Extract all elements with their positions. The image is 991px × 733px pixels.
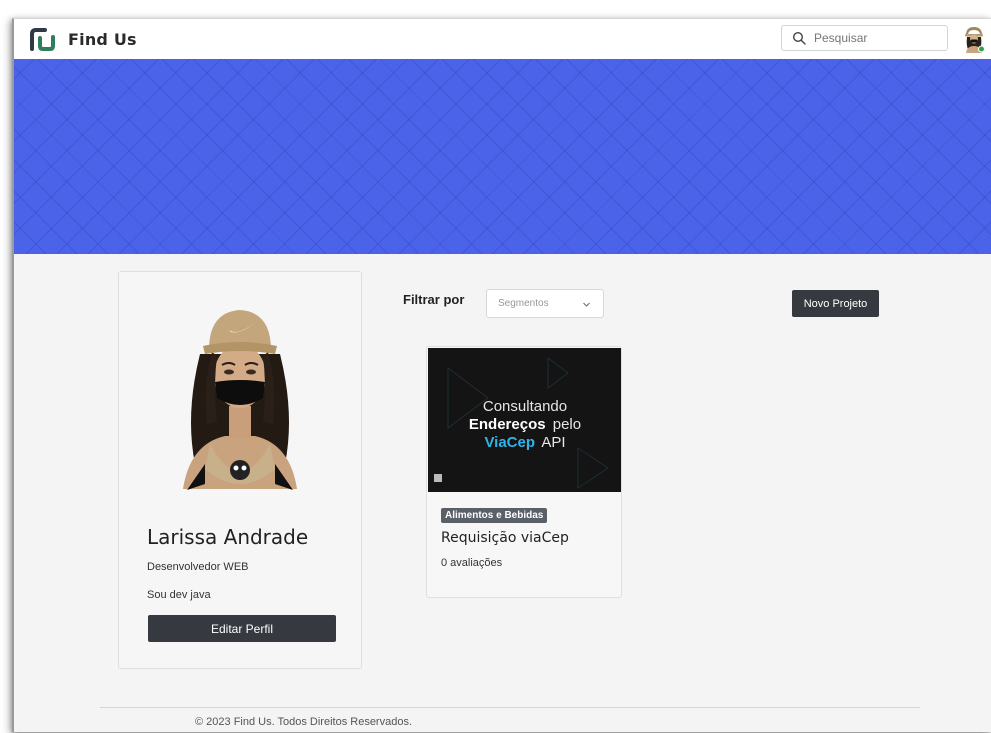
thumb-line2a: Endereços — [469, 416, 546, 433]
project-thumbnail[interactable]: Consultando Endereços pelo ViaCep API — [428, 348, 621, 492]
project-rating: 0 avaliações — [441, 557, 503, 569]
search-input[interactable] — [812, 30, 936, 46]
navbar: Find Us — [14, 19, 991, 59]
app-window: Find Us Pesquisar Larissa Andrade Desenv… — [12, 18, 991, 732]
profile-bio: Sou dev java — [147, 589, 211, 601]
thumb-line1: Consultando — [483, 398, 567, 415]
project-title[interactable]: Requisição viaCep — [441, 530, 569, 546]
project-card[interactable]: Consultando Endereços pelo ViaCep API Al… — [426, 346, 622, 598]
segment-select-value: Segmentos — [498, 298, 549, 309]
search-box[interactable] — [781, 25, 948, 51]
brand-name: Find Us — [68, 29, 137, 49]
new-project-button[interactable]: Novo Projeto — [792, 290, 879, 317]
profile-name: Larissa Andrade — [147, 525, 309, 549]
thumb-line2b: pelo — [553, 416, 581, 433]
profile-role: Desenvolvedor WEB — [147, 561, 249, 573]
footer-copyright: © 2023 Find Us. Todos Direitos Reservado… — [195, 716, 413, 728]
brand-logo-icon — [30, 28, 55, 51]
thumb-line3b: API — [541, 434, 565, 451]
filter-label: Filtrar por — [403, 292, 465, 307]
footer-divider — [100, 707, 920, 708]
chevron-down-icon — [583, 302, 590, 307]
user-avatar[interactable] — [962, 25, 986, 53]
thumb-line3a: ViaCep — [484, 434, 535, 451]
brand[interactable]: Find Us — [28, 26, 137, 52]
svg-text:Endereços pelo: Endereços pelo — [469, 416, 581, 433]
profile-banner — [14, 59, 991, 254]
edit-profile-button[interactable]: Editar Perfil — [148, 615, 336, 642]
profile-avatar — [183, 310, 297, 490]
project-segment-badge: Alimentos e Bebidas — [441, 508, 548, 523]
segment-select[interactable]: Segmentos — [486, 289, 604, 318]
search-icon — [792, 31, 806, 45]
profile-card: Larissa Andrade Desenvolvedor WEB Sou de… — [118, 271, 362, 669]
svg-text:ViaCep API: ViaCep API — [484, 434, 565, 451]
